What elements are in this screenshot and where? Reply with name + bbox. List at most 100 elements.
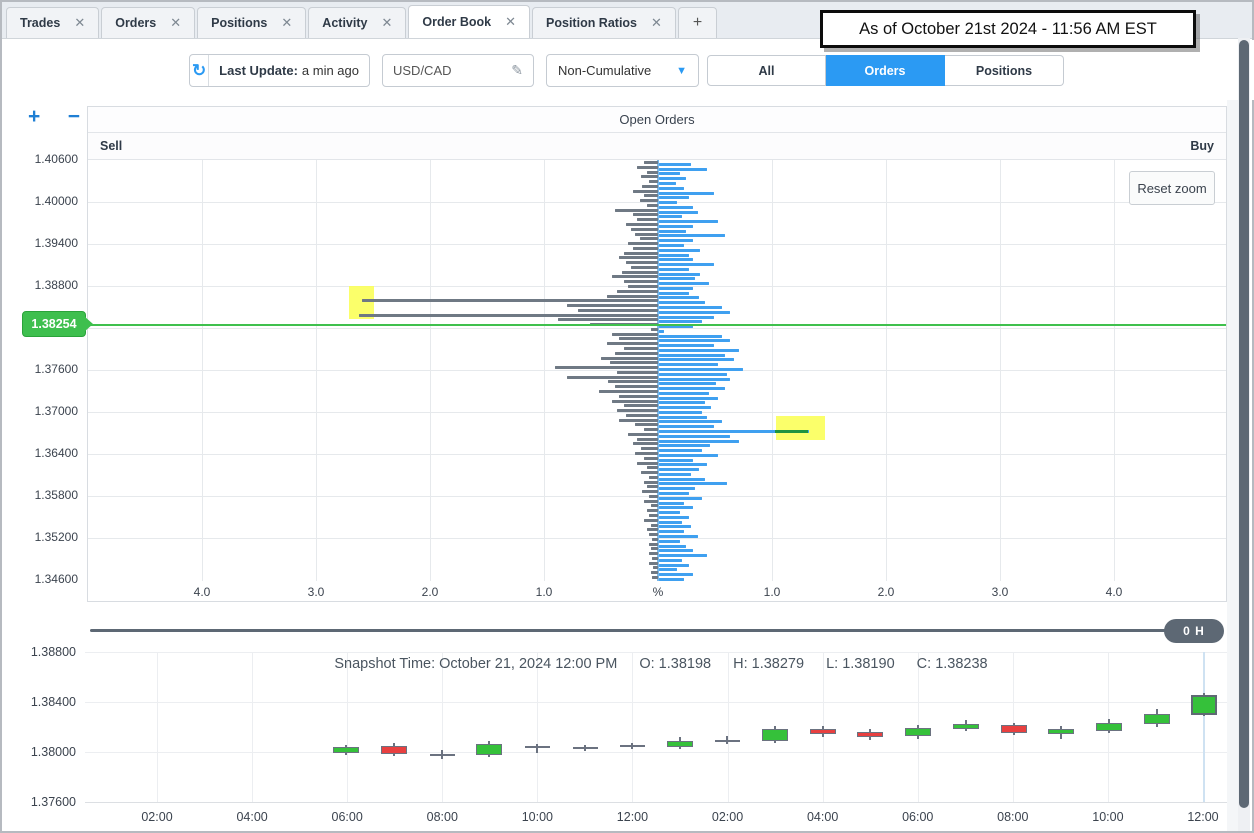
buy-order-bar xyxy=(659,249,700,252)
sell-order-bar xyxy=(651,571,658,574)
buy-order-bar xyxy=(659,211,698,214)
reset-zoom-button[interactable]: Reset zoom xyxy=(1129,171,1215,205)
buy-order-bar xyxy=(659,449,702,452)
candle xyxy=(525,746,550,749)
buy-order-bar xyxy=(659,349,739,352)
buy-order-bar xyxy=(659,335,722,338)
buy-order-bar xyxy=(659,511,680,514)
gridline-horizontal xyxy=(85,752,1237,753)
tab-label: Positions xyxy=(211,16,267,30)
close-tab-icon[interactable]: ✕ xyxy=(281,15,292,31)
close-tab-icon[interactable]: ✕ xyxy=(381,15,392,31)
price-tick-label: 1.34600 xyxy=(35,572,78,586)
sell-order-bar xyxy=(647,171,658,174)
close-tab-icon[interactable]: ✕ xyxy=(74,15,85,31)
sell-order-bar xyxy=(635,452,658,455)
tab-position-ratios[interactable]: Position Ratios ✕ xyxy=(532,7,676,38)
time-tick-label: 12:00 xyxy=(1187,810,1218,824)
time-tick-label: 10:00 xyxy=(522,810,553,824)
candle xyxy=(1144,714,1170,724)
buy-order-bar xyxy=(659,497,702,500)
candle xyxy=(762,729,788,741)
sell-order-bar xyxy=(578,309,658,312)
close-tab-icon[interactable]: ✕ xyxy=(651,15,662,31)
candle-time-axis: 02:0004:0006:0008:0010:0012:0002:0004:00… xyxy=(85,807,1237,829)
orderbook-plot[interactable]: Reset zoom xyxy=(88,160,1226,581)
tab-order-book[interactable]: Order Book ✕ xyxy=(408,5,530,38)
time-tick-label: 04:00 xyxy=(807,810,838,824)
snapshot-info: Snapshot Time: October 21, 2024 12:00 PM… xyxy=(85,656,1237,672)
edit-pencil-icon[interactable]: ✎ xyxy=(511,62,523,79)
instrument-value: USD/CAD xyxy=(393,63,452,78)
history-slider: 0 H xyxy=(87,618,1242,644)
buy-order-bar xyxy=(659,196,689,199)
sell-order-bar xyxy=(642,490,658,493)
slider-handle[interactable]: 0 H xyxy=(1164,619,1224,643)
zoom-out-button[interactable]: − xyxy=(68,107,80,127)
sell-order-bar xyxy=(637,218,658,221)
scrollbar-thumb[interactable] xyxy=(1239,40,1249,808)
sell-order-bar xyxy=(619,256,658,259)
buy-order-bar xyxy=(659,416,707,419)
buy-order-bar xyxy=(659,502,684,505)
segment-all[interactable]: All xyxy=(707,55,826,86)
sell-order-bar xyxy=(626,223,658,226)
last-update-text: Last Update:a min ago xyxy=(209,63,369,78)
sell-order-bar xyxy=(637,166,658,169)
time-tick-label: 02:00 xyxy=(141,810,172,824)
percent-tick-label: 2.0 xyxy=(878,585,895,599)
sell-order-bar xyxy=(640,199,658,202)
buy-order-bar xyxy=(659,182,676,185)
zoom-in-button[interactable]: + xyxy=(28,107,40,127)
cumulative-mode-select[interactable]: Non-Cumulative ▼ xyxy=(546,54,699,87)
segment-positions[interactable]: Positions xyxy=(945,55,1064,86)
buy-order-bar xyxy=(659,444,710,447)
close-tab-icon[interactable]: ✕ xyxy=(505,14,516,30)
sell-order-bar xyxy=(359,314,658,317)
sell-order-bar xyxy=(619,337,658,340)
orderbook-title: Open Orders xyxy=(88,107,1226,133)
sell-order-bar xyxy=(644,481,658,484)
buy-order-bar xyxy=(659,206,693,209)
gridline-vertical xyxy=(537,652,538,802)
sell-order-bar xyxy=(644,519,658,522)
segment-orders[interactable]: Orders xyxy=(826,55,945,86)
buy-order-bar xyxy=(659,549,693,552)
sell-order-bar xyxy=(607,295,658,298)
percent-tick-label: 4.0 xyxy=(1106,585,1123,599)
sell-order-bar xyxy=(641,471,658,474)
sell-order-bar xyxy=(624,404,658,407)
instrument-input[interactable]: USD/CAD ✎ xyxy=(382,54,534,87)
buy-order-bar xyxy=(659,168,707,171)
buy-order-bar xyxy=(659,454,718,457)
buy-order-bar xyxy=(659,234,725,237)
chevron-down-icon: ▼ xyxy=(676,65,687,77)
refresh-button[interactable]: ↻ xyxy=(190,55,209,86)
tab-label: Order Book xyxy=(422,15,491,29)
percent-tick-label: 3.0 xyxy=(308,585,325,599)
price-tick-label: 1.40000 xyxy=(35,194,78,208)
buy-order-bar xyxy=(659,468,699,471)
buy-order-bar xyxy=(659,482,727,485)
sell-order-bar xyxy=(601,357,658,360)
tab-label: Position Ratios xyxy=(546,16,637,30)
price-tick-label: 1.37000 xyxy=(35,404,78,418)
buy-order-bar xyxy=(659,425,714,428)
sell-order-bar xyxy=(612,275,658,278)
tab-positions[interactable]: Positions ✕ xyxy=(197,7,306,38)
snapshot-open: O: 1.38198 xyxy=(639,656,711,672)
buy-order-bar xyxy=(659,487,695,490)
sell-order-bar xyxy=(642,185,658,188)
tab-activity[interactable]: Activity✕ xyxy=(308,7,406,38)
tab-orders[interactable]: Orders✕ xyxy=(101,7,195,38)
close-tab-icon[interactable]: ✕ xyxy=(170,15,181,31)
tab-trades[interactable]: Trades✕ xyxy=(6,7,99,38)
candle-plot[interactable]: Snapshot Time: October 21, 2024 12:00 PM… xyxy=(85,652,1237,803)
time-tick-label: 06:00 xyxy=(332,810,363,824)
candle xyxy=(430,754,455,757)
slider-track[interactable] xyxy=(90,629,1168,632)
sell-order-bar xyxy=(617,409,658,412)
time-tick-label: 10:00 xyxy=(1092,810,1123,824)
mode-value: Non-Cumulative xyxy=(558,63,651,78)
new-tab-button[interactable]: + xyxy=(678,7,717,38)
